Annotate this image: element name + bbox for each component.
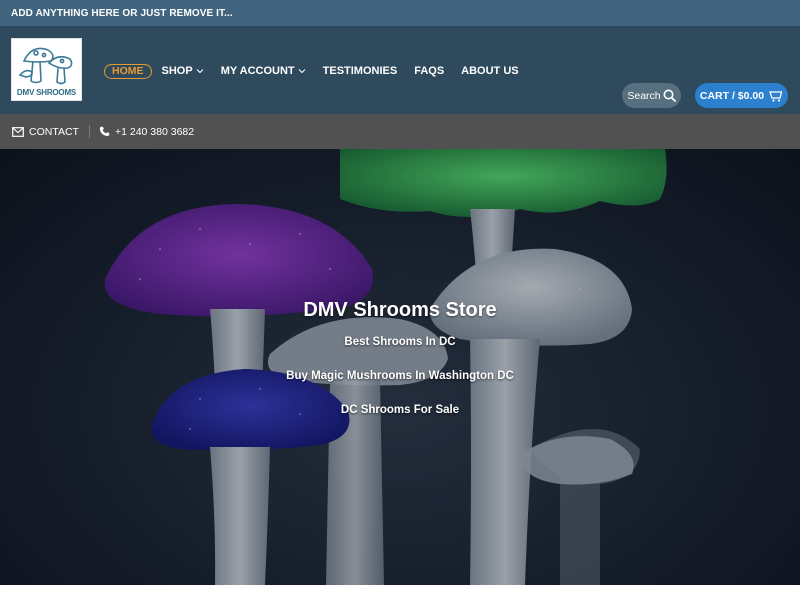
hero-banner: DMV Shrooms Store Best Shrooms In DC Buy…: [0, 149, 800, 585]
envelope-icon: [12, 126, 24, 137]
contact-link[interactable]: CONTACT: [12, 126, 79, 138]
logo-text: DMV SHROOMS: [16, 88, 77, 97]
top-announcement-bar: ADD ANYTHING HERE OR JUST REMOVE IT...: [0, 0, 800, 26]
nav-item-label: MY ACCOUNT: [220, 65, 295, 77]
hero-overlay: [0, 149, 800, 585]
site-logo[interactable]: DMV SHROOMS: [11, 38, 82, 101]
nav-item-testimonies[interactable]: TESTIMONIES: [323, 65, 398, 77]
main-nav: HOME SHOP MY ACCOUNT TESTIMONIES FAQS AB…: [104, 62, 536, 80]
cart-icon: [769, 90, 783, 102]
contact-bar: CONTACT +1 240 380 3682: [0, 114, 800, 149]
nav-item-about-us[interactable]: ABOUT US: [461, 65, 518, 77]
search-label: Search: [627, 89, 661, 102]
announcement-text: ADD ANYTHING HERE OR JUST REMOVE IT...: [11, 7, 233, 19]
hero-line-1: Best Shrooms In DC: [344, 336, 456, 348]
nav-item-home[interactable]: HOME: [104, 63, 152, 79]
phone-icon: [99, 126, 110, 137]
nav-item-my-account[interactable]: MY ACCOUNT: [221, 65, 306, 77]
chevron-down-icon: [196, 69, 204, 74]
nav-item-label: ABOUT US: [461, 65, 519, 77]
search-button[interactable]: Search: [622, 83, 681, 108]
nav-item-label: TESTIMONIES: [322, 65, 398, 77]
phone-number: +1 240 380 3682: [114, 125, 195, 138]
cart-label: CART / $0.00: [699, 89, 765, 102]
phone-link[interactable]: +1 240 380 3682: [99, 126, 194, 138]
nav-item-label: FAQS: [414, 65, 445, 77]
contact-label: CONTACT: [29, 125, 79, 138]
nav-item-faqs[interactable]: FAQS: [414, 65, 444, 77]
nav-item-label: HOME: [112, 64, 144, 77]
hero-title: DMV Shrooms Store: [303, 299, 497, 321]
nav-item-shop[interactable]: SHOP: [162, 65, 204, 77]
cart-button[interactable]: CART / $0.00: [695, 83, 788, 108]
page-bottom-area: [0, 585, 800, 600]
nav-item-label: SHOP: [161, 65, 193, 77]
hero-line-2: Buy Magic Mushrooms In Washington DC: [286, 370, 514, 382]
contact-divider: [88, 125, 90, 138]
site-header: DMV SHROOMS HOME SHOP MY ACCOUNT TESTIMO…: [0, 26, 800, 114]
hero-line-3: DC Shrooms For Sale: [340, 404, 460, 416]
search-icon: [663, 89, 676, 102]
mushrooms-logo-icon: [18, 47, 73, 85]
chevron-down-icon: [298, 69, 306, 74]
